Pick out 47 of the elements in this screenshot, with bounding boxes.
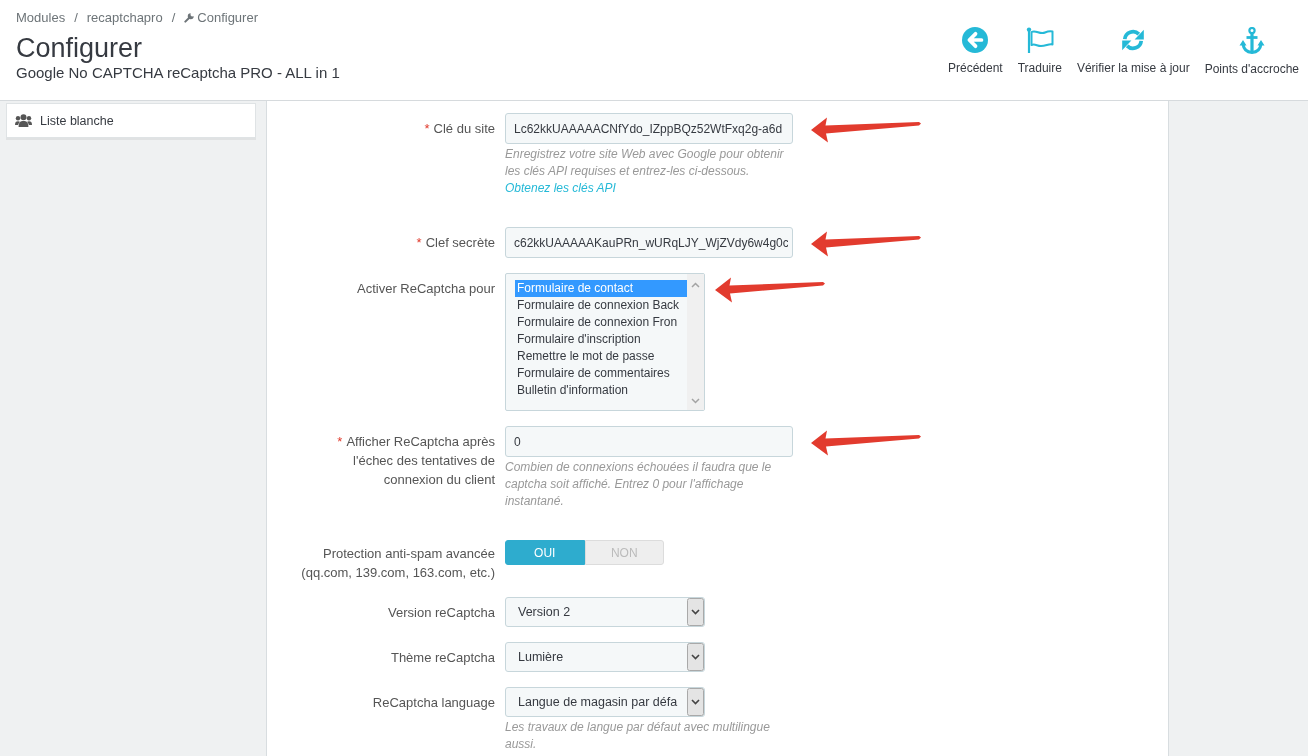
- breadcrumb-current: Configurer: [197, 9, 258, 26]
- toolbar-button[interactable]: Points d'accroche: [1204, 27, 1299, 76]
- toolbar-button[interactable]: Précédent: [948, 27, 1003, 76]
- page-title: Configurer: [16, 32, 144, 64]
- dropdown[interactable]: Langue de magasin par défa: [505, 687, 705, 717]
- users-icon: [15, 114, 32, 127]
- field-label: ReCaptcha language: [372, 695, 495, 710]
- wrench-icon: [184, 12, 195, 23]
- help-text: Combien de connexions échouées il faudra que le captcha soit affiché. Entrez 0 pour l'affichage instantané.: [505, 459, 773, 510]
- field-label: Clef secrète: [425, 235, 495, 250]
- listbox-option[interactable]: Formulaire d'inscription: [515, 331, 687, 348]
- field-label: Protection anti-spam avancée (qq.com, 139.com, 163.com, etc.): [301, 546, 495, 580]
- listbox[interactable]: Formulaire de contact Formulaire de connexion Back Formulaire de connexion Fron Formulaire d'inscription Remettre le mot de passe Formulaire de commentaires Bulletin d'information: [505, 273, 705, 411]
- text-field[interactable]: 0: [505, 426, 793, 457]
- field-label: Version reCaptcha: [388, 605, 495, 620]
- required-mark: *: [337, 434, 343, 449]
- listbox-option[interactable]: Formulaire de connexion Back: [515, 297, 687, 314]
- toolbar-button[interactable]: Traduire: [1017, 27, 1062, 76]
- required-mark: *: [424, 121, 430, 136]
- scrollbar[interactable]: [687, 274, 704, 410]
- listbox-option[interactable]: Formulaire de connexion Fron: [515, 314, 687, 331]
- listbox-option[interactable]: Bulletin d'information: [515, 382, 687, 399]
- breadcrumb-separator: /: [74, 9, 78, 26]
- listbox-option[interactable]: Remettre le mot de passe: [515, 348, 687, 365]
- field-label: Activer ReCaptcha pour: [357, 281, 495, 296]
- page-subtitle: Google No CAPTCHA reCaptcha PRO - ALL in 1: [16, 64, 340, 82]
- help-text: Les travaux de langue par défaut avec multilingue aussi.: [505, 719, 771, 753]
- text-field[interactable]: c62kkUAAAAAKauPRn_wURqLJY_WjZVdy6w4g0c: [505, 227, 793, 258]
- chevron-down-icon: [691, 398, 700, 404]
- anchor-icon: [1238, 27, 1265, 54]
- toolbar-button[interactable]: Vérifier la mise à jour: [1076, 27, 1190, 76]
- dropdown[interactable]: Lumière: [505, 642, 705, 672]
- field-label: Clé du site: [433, 121, 495, 136]
- chevron-up-icon: [691, 282, 700, 288]
- field-label: Thème reCaptcha: [390, 650, 495, 665]
- dropdown[interactable]: Version 2: [505, 597, 705, 627]
- field-label: Afficher ReCaptcha après l'échec des tentatives de connexion du client: [346, 434, 495, 487]
- breadcrumb-link[interactable]: recaptchapro: [86, 9, 163, 26]
- listbox-option[interactable]: Formulaire de commentaires: [515, 365, 687, 382]
- text-field[interactable]: Lc62kkUAAAAACNfYdo_IZppBQz52WtFxq2g-a6d: [505, 113, 793, 144]
- flag-icon: [1025, 27, 1054, 53]
- required-mark: *: [416, 235, 422, 250]
- help-text: Enregistrez votre site Web avec Google pour obtenir les clés API requises et entrez-les ci-dessous. Obtenez les clés API: [505, 146, 785, 197]
- sidebar-item[interactable]: Liste blanche: [6, 103, 256, 138]
- breadcrumb-link[interactable]: Modules: [16, 9, 66, 26]
- refresh-icon: [1120, 27, 1147, 53]
- breadcrumb-separator: /: [171, 9, 176, 26]
